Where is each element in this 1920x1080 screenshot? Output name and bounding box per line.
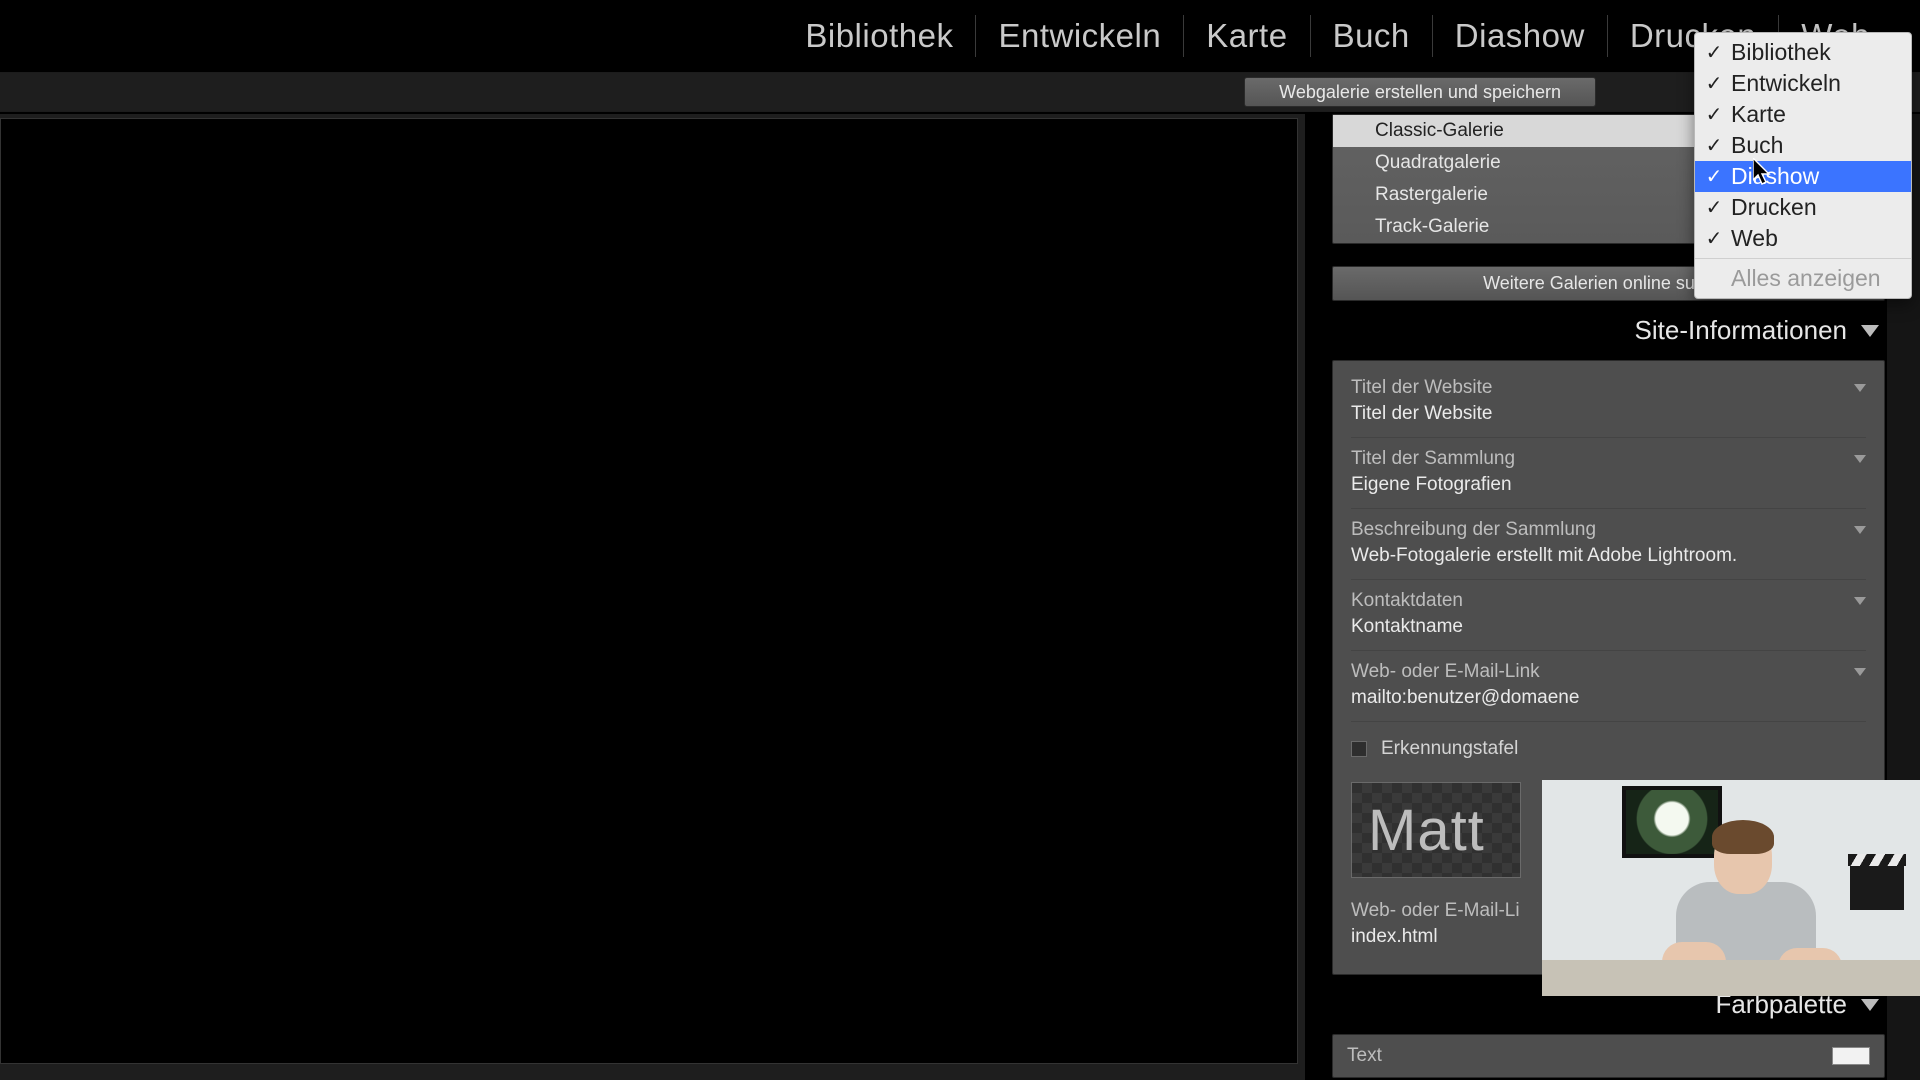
ctx-item-library[interactable]: ✓ Bibliothek bbox=[1695, 37, 1911, 68]
context-menu-separator bbox=[1695, 258, 1911, 259]
web-email-link-value[interactable]: mailto:benutzer@domaene bbox=[1351, 683, 1866, 722]
ctx-item-map[interactable]: ✓ Karte bbox=[1695, 99, 1911, 130]
checkmark-icon: ✓ bbox=[1705, 102, 1723, 127]
module-book[interactable]: Buch bbox=[1311, 17, 1432, 55]
dropdown-caret-icon[interactable] bbox=[1854, 668, 1866, 676]
identity-plate-preview[interactable]: Matt bbox=[1351, 782, 1521, 878]
ctx-item-slideshow[interactable]: ✓ Diashow bbox=[1695, 161, 1911, 192]
webcam-overlay bbox=[1542, 780, 1920, 996]
ctx-item-label: Buch bbox=[1731, 132, 1783, 159]
module-library[interactable]: Bibliothek bbox=[783, 17, 975, 55]
module-map[interactable]: Karte bbox=[1184, 17, 1309, 55]
site-info-panel-title: Site-Informationen bbox=[1635, 315, 1847, 346]
collection-desc-value[interactable]: Web-Fotogalerie erstellt mit Adobe Light… bbox=[1351, 541, 1866, 580]
checkmark-icon: ✓ bbox=[1705, 164, 1723, 189]
web-email-link-label: Web- oder E-Mail-Link bbox=[1351, 661, 1540, 683]
checkmark-icon: ✓ bbox=[1705, 40, 1723, 65]
web-toolbar: Webgalerie erstellen und speichern bbox=[0, 72, 1920, 112]
module-slideshow[interactable]: Diashow bbox=[1433, 17, 1607, 55]
ctx-item-develop[interactable]: ✓ Entwickeln bbox=[1695, 68, 1911, 99]
site-title-value[interactable]: Titel der Website bbox=[1351, 399, 1866, 438]
text-color-swatch[interactable] bbox=[1832, 1047, 1870, 1065]
contact-field[interactable]: Kontaktdaten Kontaktname bbox=[1347, 584, 1870, 651]
disclosure-triangle-icon bbox=[1861, 325, 1879, 337]
dropdown-caret-icon[interactable] bbox=[1854, 526, 1866, 534]
checkmark-icon: ✓ bbox=[1705, 133, 1723, 158]
color-palette-panel-body: Text bbox=[1332, 1034, 1885, 1078]
create-save-gallery-button[interactable]: Webgalerie erstellen und speichern bbox=[1244, 77, 1596, 107]
ctx-item-show-all[interactable]: Alles anzeigen bbox=[1695, 263, 1911, 294]
preview-area bbox=[0, 114, 1305, 1080]
dropdown-caret-icon[interactable] bbox=[1854, 597, 1866, 605]
web-email-link-field[interactable]: Web- oder E-Mail-Link mailto:benutzer@do… bbox=[1347, 655, 1870, 722]
ctx-item-label: Karte bbox=[1731, 101, 1786, 128]
identity-plate-checkbox[interactable] bbox=[1351, 741, 1367, 757]
collection-title-field[interactable]: Titel der Sammlung Eigene Fotografien bbox=[1347, 442, 1870, 509]
disclosure-triangle-icon bbox=[1861, 999, 1879, 1011]
ctx-item-label: Web bbox=[1731, 225, 1778, 252]
contact-label: Kontaktdaten bbox=[1351, 590, 1463, 612]
collection-desc-label: Beschreibung der Sammlung bbox=[1351, 519, 1596, 541]
checkmark-icon: ✓ bbox=[1705, 71, 1723, 96]
identity-plate-text: Matt bbox=[1368, 797, 1485, 864]
collection-title-value[interactable]: Eigene Fotografien bbox=[1351, 470, 1866, 509]
checkmark-icon: ✓ bbox=[1705, 195, 1723, 220]
color-text-row: Text bbox=[1347, 1045, 1870, 1067]
color-text-label: Text bbox=[1347, 1045, 1382, 1067]
site-info-panel-header[interactable]: Site-Informationen bbox=[1332, 301, 1885, 360]
site-title-field[interactable]: Titel der Website Titel der Website bbox=[1347, 371, 1870, 438]
clapperboard-icon bbox=[1850, 866, 1904, 910]
ctx-item-label: Drucken bbox=[1731, 194, 1817, 221]
ctx-item-book[interactable]: ✓ Buch bbox=[1695, 130, 1911, 161]
site-title-label: Titel der Website bbox=[1351, 377, 1493, 399]
contact-value[interactable]: Kontaktname bbox=[1351, 612, 1866, 651]
module-develop[interactable]: Entwickeln bbox=[976, 17, 1183, 55]
identity-plate-row[interactable]: Erkennungstafel bbox=[1347, 726, 1870, 764]
dropdown-caret-icon[interactable] bbox=[1854, 455, 1866, 463]
ctx-item-web[interactable]: ✓ Web bbox=[1695, 223, 1911, 254]
dropdown-caret-icon[interactable] bbox=[1854, 384, 1866, 392]
ctx-item-label: Alles anzeigen bbox=[1731, 265, 1881, 292]
preview-canvas bbox=[0, 118, 1298, 1064]
module-picker-context-menu: ✓ Bibliothek ✓ Entwickeln ✓ Karte ✓ Buch… bbox=[1694, 32, 1912, 299]
collection-desc-field[interactable]: Beschreibung der Sammlung Web-Fotogaleri… bbox=[1347, 513, 1870, 580]
identity-plate-label: Erkennungstafel bbox=[1381, 738, 1518, 760]
module-bar: Bibliothek Entwickeln Karte Buch Diashow… bbox=[0, 0, 1920, 72]
ctx-item-label: Bibliothek bbox=[1731, 39, 1831, 66]
web-email-link-2-label: Web- oder E-Mail-Li bbox=[1351, 900, 1520, 922]
ctx-item-print[interactable]: ✓ Drucken bbox=[1695, 192, 1911, 223]
ctx-item-label: Diashow bbox=[1731, 163, 1819, 190]
ctx-item-label: Entwickeln bbox=[1731, 70, 1841, 97]
checkmark-icon: ✓ bbox=[1705, 226, 1723, 251]
collection-title-label: Titel der Sammlung bbox=[1351, 448, 1515, 470]
